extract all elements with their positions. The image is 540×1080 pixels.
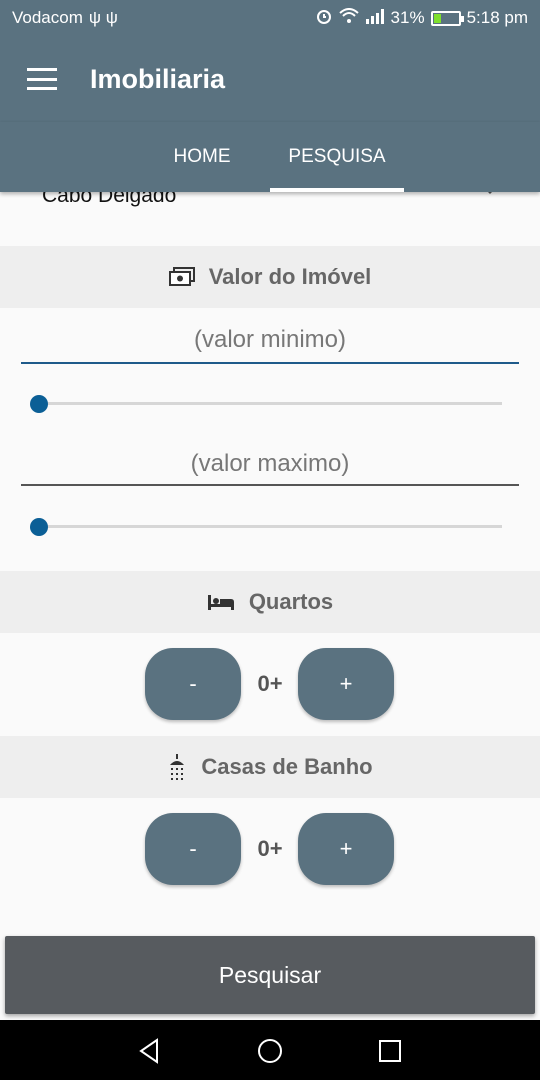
search-form: Cabo Delgado Valor do Imóvel (valor mini…: [0, 192, 540, 1020]
valor-header-label: Valor do Imóvel: [208, 264, 372, 289]
back-icon[interactable]: [135, 1036, 165, 1066]
battery-percent: 31%: [390, 8, 425, 27]
app-bar: Imobiliaria: [0, 36, 540, 122]
dropdown-arrow-icon: [482, 192, 498, 194]
tab-bar: HOME PESQUISA: [0, 122, 540, 192]
min-value-input[interactable]: (valor minimo): [21, 326, 519, 366]
home-icon[interactable]: [255, 1036, 285, 1066]
quartos-stepper: - 0+ +: [0, 648, 540, 720]
casas-banho-header-label: Casas de Banho: [201, 754, 373, 779]
quartos-section-header: Quartos: [0, 571, 540, 633]
bed-icon: [207, 593, 235, 611]
casas-banho-section-header: Casas de Banho: [0, 736, 540, 798]
wifi-icon: [338, 7, 359, 29]
recent-apps-icon[interactable]: [375, 1036, 405, 1066]
max-slider-track: [38, 525, 502, 528]
alarm-icon: [315, 7, 333, 30]
casas-banho-plus-button[interactable]: +: [298, 813, 394, 885]
usb-icon: ψ ψ: [88, 8, 118, 27]
status-bar: Vodacom ψ ψ 31% 5:18 pm: [0, 0, 540, 36]
quartos-minus-button[interactable]: -: [145, 648, 241, 720]
quartos-header-label: Quartos: [248, 589, 334, 614]
min-value-slider[interactable]: [30, 393, 502, 413]
casas-banho-minus-button[interactable]: -: [145, 813, 241, 885]
location-spinner[interactable]: Cabo Delgado: [0, 192, 540, 246]
signal-icon: [365, 8, 385, 29]
casas-banho-value: 0+: [257, 836, 283, 861]
clock: 5:18 pm: [466, 8, 528, 27]
valor-section-header: Valor do Imóvel: [0, 246, 540, 308]
tab-indicator: [270, 188, 404, 192]
max-slider-thumb[interactable]: [30, 518, 48, 536]
money-icon: [168, 267, 195, 287]
casas-banho-stepper: - 0+ +: [0, 813, 540, 885]
max-value-slider[interactable]: [30, 516, 502, 536]
min-slider-track: [38, 402, 502, 405]
search-button[interactable]: Pesquisar: [5, 936, 535, 1014]
min-value-underline: [21, 362, 519, 364]
battery-icon: [430, 10, 464, 26]
min-slider-thumb[interactable]: [30, 395, 48, 413]
quartos-plus-button[interactable]: +: [298, 648, 394, 720]
tab-pesquisa[interactable]: PESQUISA: [270, 122, 404, 192]
app-title: Imobiliaria: [90, 63, 226, 94]
shower-icon: [167, 754, 187, 780]
navigation-bar: [0, 1020, 540, 1080]
menu-icon[interactable]: [27, 68, 57, 90]
quartos-value: 0+: [257, 671, 283, 696]
location-value: Cabo Delgado: [42, 192, 177, 207]
tab-home[interactable]: HOME: [150, 122, 254, 192]
carrier-label: Vodacom: [12, 8, 83, 27]
max-value-underline: [21, 484, 519, 486]
